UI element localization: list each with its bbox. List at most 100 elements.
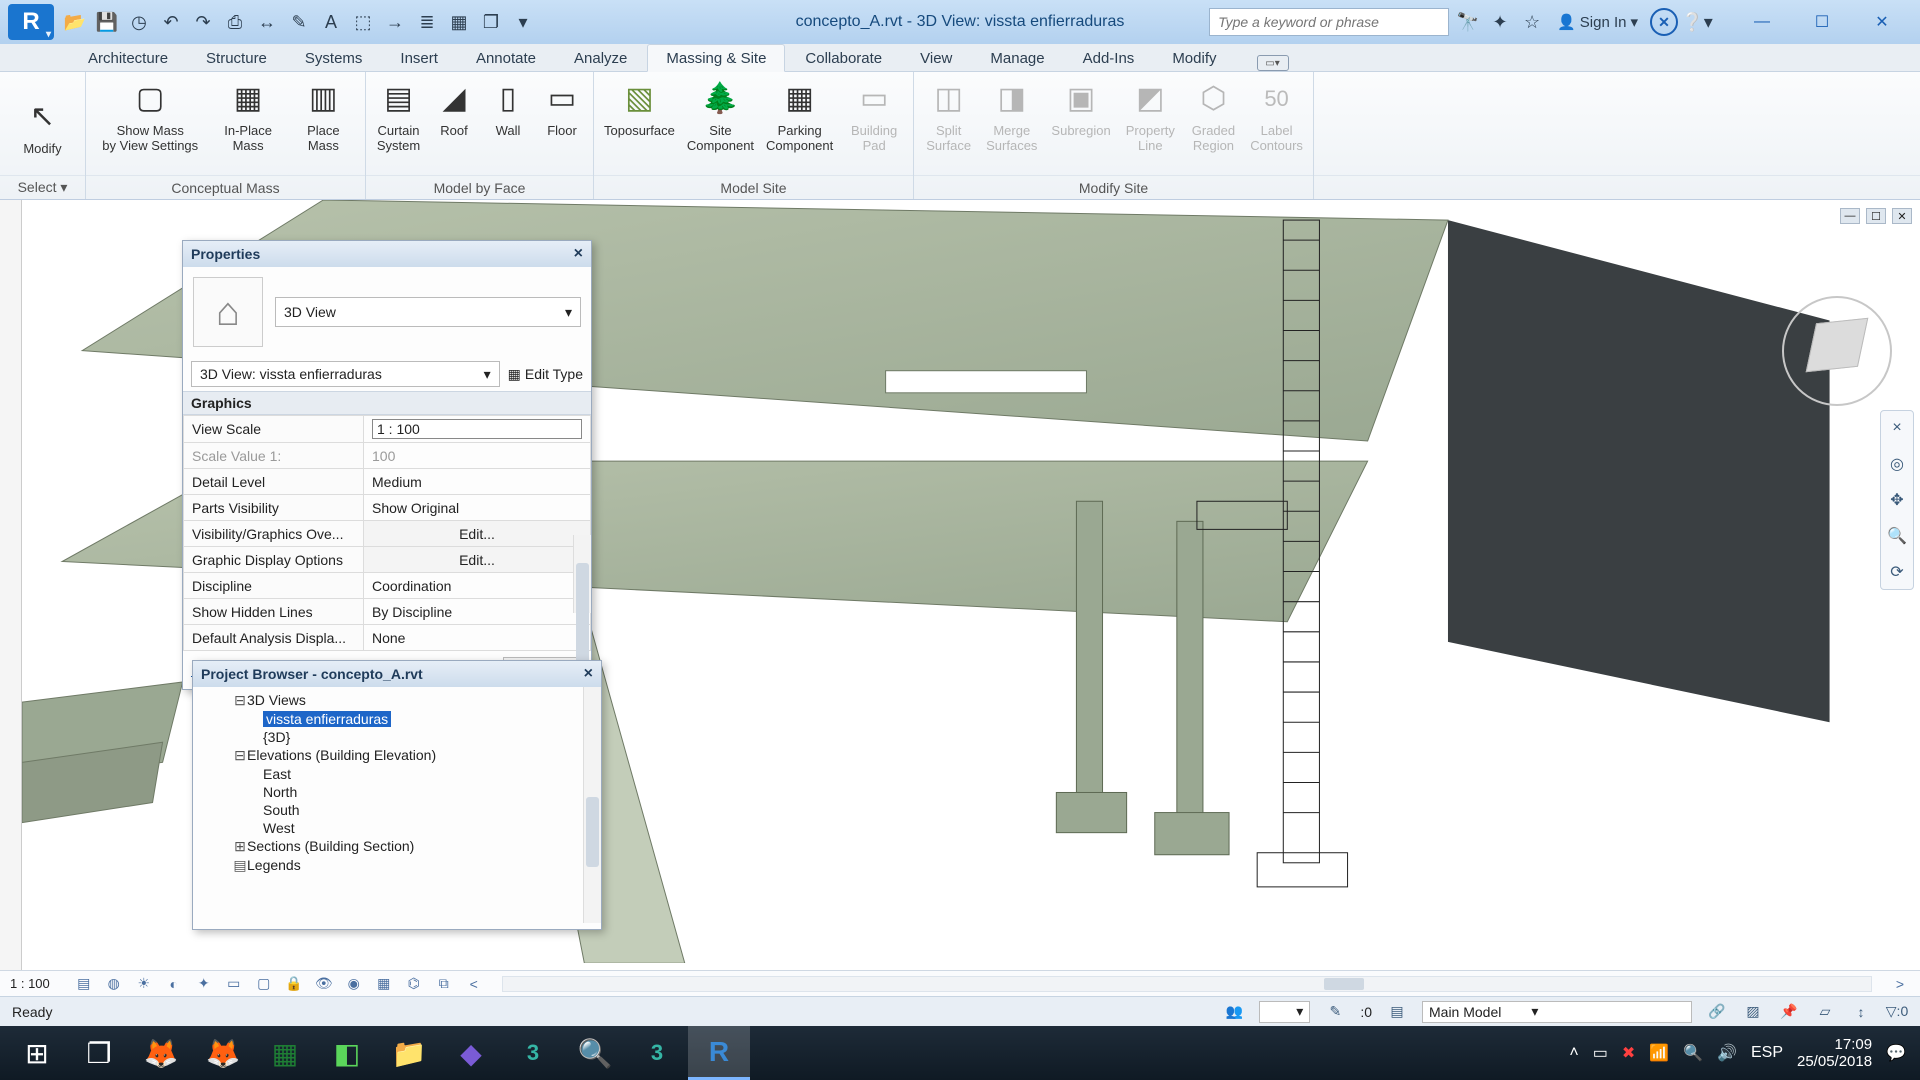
tab-collaborate[interactable]: Collaborate [787, 45, 900, 71]
tab-structure[interactable]: Structure [188, 45, 285, 71]
parts-visibility-field[interactable]: Show Original [364, 495, 591, 521]
show-mass-button[interactable]: ▢ Show Mass by View Settings [96, 78, 204, 154]
browser-scrollbar[interactable] [583, 687, 601, 923]
tray-language[interactable]: ESP [1751, 1044, 1783, 1062]
reveal-constraints-icon[interactable]: ⧉ [434, 975, 454, 993]
exchange-apps-icon[interactable]: ✕ [1650, 8, 1678, 36]
edit-requests-icon[interactable]: ✎ [1324, 1002, 1346, 1022]
help-search-input[interactable] [1209, 8, 1449, 36]
rendering-icon[interactable]: ✦ [194, 975, 214, 993]
crop-visible-icon[interactable]: ▢ [254, 975, 274, 993]
start-button[interactable]: ⊞ [6, 1026, 68, 1080]
edit-type-button[interactable]: ▦Edit Type [508, 366, 583, 383]
tab-analyze[interactable]: Analyze [556, 45, 645, 71]
taskbar-explorer[interactable]: 📁 [378, 1026, 440, 1080]
shadows-icon[interactable]: ◐ [164, 975, 184, 993]
lock-3d-icon[interactable]: 🔒 [284, 975, 304, 993]
sync-icon[interactable]: ◷ [128, 11, 150, 33]
text-icon[interactable]: A [320, 11, 342, 33]
expand-icon[interactable]: ⊞ [233, 838, 247, 855]
tab-addins[interactable]: Add-Ins [1065, 45, 1153, 71]
taskbar-3dsmax-1[interactable]: 3 [502, 1026, 564, 1080]
visual-style-icon[interactable]: ◍ [104, 975, 124, 993]
binoculars-icon[interactable]: 🔭 [1455, 9, 1481, 35]
tab-massing-site[interactable]: Massing & Site [647, 44, 785, 72]
measure-icon[interactable]: ↔ [256, 11, 278, 33]
filter-icon[interactable]: ▽:0 [1886, 1002, 1908, 1022]
taskbar-everything[interactable]: 🔍 [564, 1026, 626, 1080]
keys-icon[interactable]: ✦ [1487, 9, 1513, 35]
gdo-edit-button[interactable]: Edit... [364, 547, 591, 573]
toposurface-button[interactable]: ▧Toposurface [604, 78, 675, 139]
taskbar-firefox-1[interactable]: 🦊 [130, 1026, 192, 1080]
view-cube[interactable] [1782, 296, 1892, 406]
design-option-combo[interactable]: Main Model▾ [1422, 1001, 1692, 1023]
collapse-icon[interactable]: ⊟ [233, 747, 247, 764]
tray-battery-icon[interactable]: ▭ [1593, 1043, 1608, 1063]
properties-close-icon[interactable]: × [574, 245, 583, 263]
star-icon[interactable]: ☆ [1519, 9, 1545, 35]
select-links-icon[interactable]: 🔗 [1706, 1002, 1728, 1022]
wall-button[interactable]: ▯Wall [487, 78, 529, 139]
view-scale-field[interactable]: 1 : 100 [364, 416, 591, 443]
view-maximize-icon[interactable]: ☐ [1866, 208, 1886, 224]
floor-button[interactable]: ▭Floor [541, 78, 583, 139]
switch-win-icon[interactable]: ❐ [480, 11, 502, 33]
viewbar-back-icon[interactable]: < [464, 975, 484, 993]
help-icon[interactable]: ❔▾ [1684, 9, 1710, 35]
temp-hide-icon[interactable]: 👁 [314, 975, 334, 993]
tab-systems[interactable]: Systems [287, 45, 381, 71]
sun-path-icon[interactable]: ☀ [134, 975, 154, 993]
orbit-icon[interactable]: ⟳ [1886, 561, 1908, 583]
detail-level-icon[interactable]: ▤ [74, 975, 94, 993]
close-hidden-icon[interactable]: ▦ [448, 11, 470, 33]
tray-volume-icon[interactable]: 🔊 [1717, 1043, 1737, 1063]
window-maximize-button[interactable]: ☐ [1792, 4, 1852, 40]
app-menu-button[interactable]: R [8, 4, 54, 40]
tab-insert[interactable]: Insert [382, 45, 456, 71]
tray-clock[interactable]: 17:09 25/05/2018 [1797, 1036, 1872, 1071]
redo-icon[interactable]: ↷ [192, 11, 214, 33]
tray-search-icon[interactable]: 🔍 [1683, 1043, 1703, 1063]
reveal-icon[interactable]: ◉ [344, 975, 364, 993]
instance-selector[interactable]: 3D View: vissta enfierraduras▾ [191, 361, 500, 387]
workset-combo[interactable]: ▾ [1259, 1001, 1310, 1023]
task-view-button[interactable]: ❐ [68, 1026, 130, 1080]
tab-view[interactable]: View [902, 45, 970, 71]
crop-icon[interactable]: ▭ [224, 975, 244, 993]
sign-in-button[interactable]: 👤 Sign In ▾ [1557, 13, 1638, 31]
tray-wifi-icon[interactable]: 📶 [1649, 1043, 1669, 1063]
view-scale-label[interactable]: 1 : 100 [10, 976, 50, 991]
section-icon[interactable]: → [384, 11, 406, 33]
project-browser-tree[interactable]: ⊟3D Views vissta enfierraduras {3D} ⊟Ele… [193, 687, 601, 923]
analytical-icon[interactable]: ⌬ [404, 975, 424, 993]
taskbar-excel[interactable]: ▦ [254, 1026, 316, 1080]
collapse-icon[interactable]: ⊟ [233, 692, 247, 709]
pan-icon[interactable]: ✥ [1886, 489, 1908, 511]
detail-level-field[interactable]: Medium [364, 469, 591, 495]
curtain-system-button[interactable]: ▤Curtain System [376, 78, 421, 154]
tree-node-vista[interactable]: vissta enfierraduras [199, 710, 595, 728]
worksets-icon[interactable]: ▦ [374, 975, 394, 993]
3d-icon[interactable]: ⬚ [352, 11, 374, 33]
site-component-button[interactable]: 🌲Site Component [687, 78, 754, 154]
tray-chevron-up-icon[interactable]: ˄ [1569, 1044, 1578, 1062]
workset-icon[interactable]: 👥 [1223, 1002, 1245, 1022]
tree-node-east[interactable]: East [199, 765, 595, 783]
place-mass-button[interactable]: ▥ Place Mass [292, 78, 355, 154]
tray-notifications-icon[interactable]: 💬 [1886, 1043, 1906, 1063]
tab-architecture[interactable]: Architecture [70, 45, 186, 71]
tree-node-south[interactable]: South [199, 801, 595, 819]
vg-edit-button[interactable]: Edit... [364, 521, 591, 547]
tab-annotate[interactable]: Annotate [458, 45, 554, 71]
tree-node-north[interactable]: North [199, 783, 595, 801]
taskbar-app-purple[interactable]: ◆ [440, 1026, 502, 1080]
view-close-icon[interactable]: ✕ [1892, 208, 1912, 224]
open-icon[interactable]: 📂 [64, 11, 86, 33]
taskbar-revit[interactable]: R [688, 1026, 750, 1080]
category-graphics[interactable]: Graphics [183, 391, 591, 415]
parking-component-button[interactable]: ▦Parking Component [766, 78, 833, 154]
hidden-lines-field[interactable]: By Discipline [364, 599, 591, 625]
horizontal-scrollbar[interactable] [502, 976, 1872, 992]
print-icon[interactable]: ⎙ [224, 11, 246, 33]
